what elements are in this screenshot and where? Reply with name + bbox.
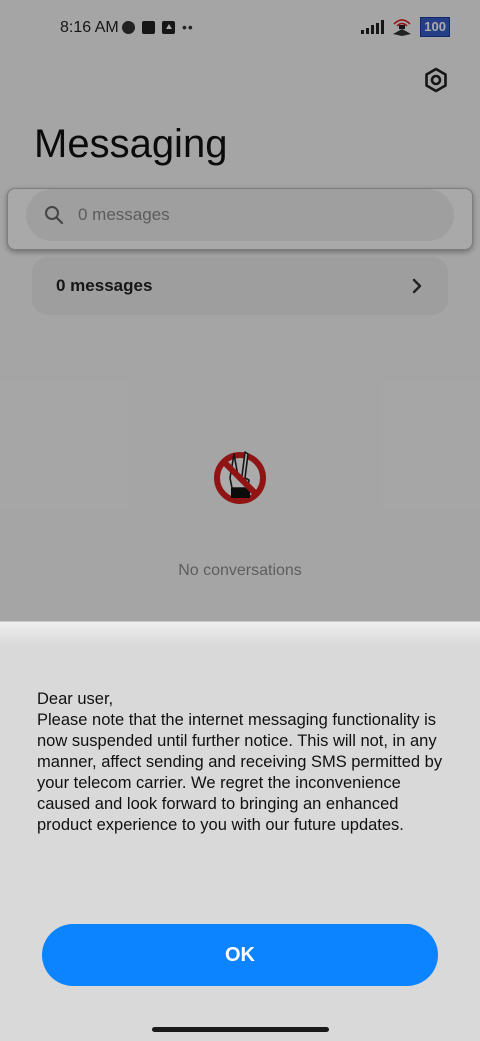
notice-message: Dear user, Please note that the internet… [37, 690, 443, 834]
notice-bottom-sheet: Dear user, Please note that the internet… [0, 621, 480, 1041]
ok-button[interactable]: OK [42, 924, 438, 986]
home-indicator[interactable] [152, 1027, 329, 1032]
